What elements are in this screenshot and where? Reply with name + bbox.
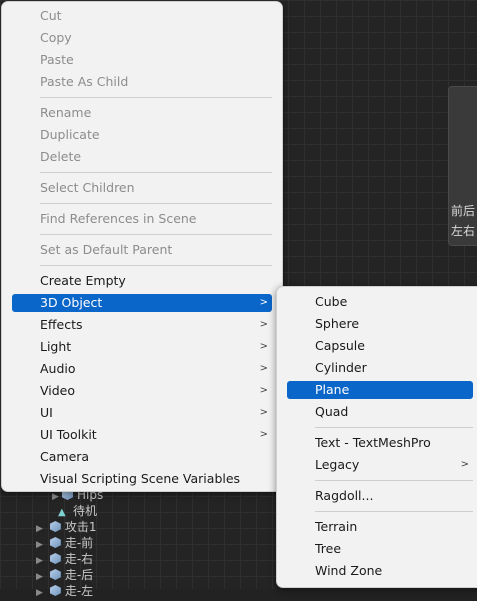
- menu-item-copy[interactable]: Copy: [12, 29, 272, 47]
- menu-item-rename[interactable]: Rename: [12, 104, 272, 122]
- cube-icon: [49, 585, 61, 596]
- menu-item-audio[interactable]: Audio >: [12, 360, 272, 378]
- menu-item-duplicate[interactable]: Duplicate: [12, 126, 272, 144]
- menu-item-create-empty[interactable]: Create Empty: [12, 272, 272, 290]
- chevron-right-icon: >: [259, 319, 268, 330]
- chevron-right-icon: >: [259, 341, 268, 352]
- menu-separator: [315, 480, 473, 481]
- menu-item-paste-as-child[interactable]: Paste As Child: [12, 73, 272, 91]
- submenu-item-text-textmeshpro[interactable]: Text - TextMeshPro: [287, 434, 473, 452]
- hierarchy-item-attack1[interactable]: ▶ 攻击1: [36, 519, 96, 535]
- cube-icon: [49, 537, 61, 548]
- menu-separator: [40, 265, 272, 266]
- chevron-right-icon: >: [259, 297, 268, 308]
- chevron-right-icon: >: [460, 459, 469, 470]
- menu-item-ui[interactable]: UI >: [12, 404, 272, 422]
- submenu-item-cube[interactable]: Cube: [287, 293, 473, 311]
- hierarchy-item-walk-front[interactable]: ▶ 走-前: [36, 535, 93, 551]
- submenu-3d-object: Cube Sphere Capsule Cylinder Plane Quad …: [276, 286, 477, 588]
- menu-separator: [315, 511, 473, 512]
- menu-item-paste[interactable]: Paste: [12, 51, 272, 69]
- submenu-item-ragdoll[interactable]: Ragdoll...: [287, 487, 473, 505]
- submenu-item-cylinder[interactable]: Cylinder: [287, 359, 473, 377]
- submenu-item-terrain[interactable]: Terrain: [287, 518, 473, 536]
- menu-item-effects[interactable]: Effects >: [12, 316, 272, 334]
- menu-item-set-default-parent[interactable]: Set as Default Parent: [12, 241, 272, 259]
- submenu-item-quad[interactable]: Quad: [287, 403, 473, 421]
- context-menu: Cut Copy Paste Paste As Child Rename Dup…: [1, 1, 283, 492]
- menu-separator: [315, 427, 473, 428]
- chevron-right-icon: >: [259, 429, 268, 440]
- submenu-item-capsule[interactable]: Capsule: [287, 337, 473, 355]
- chevron-right-icon: >: [259, 407, 268, 418]
- menu-item-video[interactable]: Video >: [12, 382, 272, 400]
- chevron-right-icon: >: [259, 385, 268, 396]
- hierarchy-item-walk-right[interactable]: ▶ 走-右: [36, 551, 93, 567]
- menu-item-cut[interactable]: Cut: [12, 7, 272, 25]
- expand-arrow-icon[interactable]: ▶: [36, 585, 46, 601]
- menu-item-visual-scripting-scene-variables[interactable]: Visual Scripting Scene Variables: [12, 470, 272, 488]
- submenu-item-sphere[interactable]: Sphere: [287, 315, 473, 333]
- menu-separator: [40, 203, 272, 204]
- hierarchy-item-walk-back[interactable]: ▶ 走-后: [36, 567, 93, 583]
- cube-icon: [49, 521, 61, 532]
- chevron-right-icon: >: [259, 363, 268, 374]
- hierarchy-item-idle[interactable]: ▲ 待机: [58, 503, 97, 519]
- menu-item-camera[interactable]: Camera: [12, 448, 272, 466]
- scene-overlay-text-1: 前后: [451, 204, 476, 218]
- menu-item-3d-object[interactable]: 3D Object >: [12, 294, 272, 312]
- submenu-item-plane[interactable]: Plane: [287, 381, 473, 399]
- menu-item-find-references[interactable]: Find References in Scene: [12, 210, 272, 228]
- cube-icon: [49, 553, 61, 564]
- submenu-item-wind-zone[interactable]: Wind Zone: [287, 562, 473, 580]
- submenu-item-legacy[interactable]: Legacy >: [287, 456, 473, 474]
- menu-item-delete[interactable]: Delete: [12, 148, 272, 166]
- submenu-item-tree[interactable]: Tree: [287, 540, 473, 558]
- cube-icon: [49, 569, 61, 580]
- menu-item-ui-toolkit[interactable]: UI Toolkit >: [12, 426, 272, 444]
- menu-separator: [40, 172, 272, 173]
- menu-separator: [40, 97, 272, 98]
- hierarchy-item-walk-left[interactable]: ▶ 走-左: [36, 583, 93, 599]
- scene-overlay-text-2: 左右: [451, 224, 476, 238]
- menu-item-light[interactable]: Light >: [12, 338, 272, 356]
- menu-item-select-children[interactable]: Select Children: [12, 179, 272, 197]
- menu-separator: [40, 234, 272, 235]
